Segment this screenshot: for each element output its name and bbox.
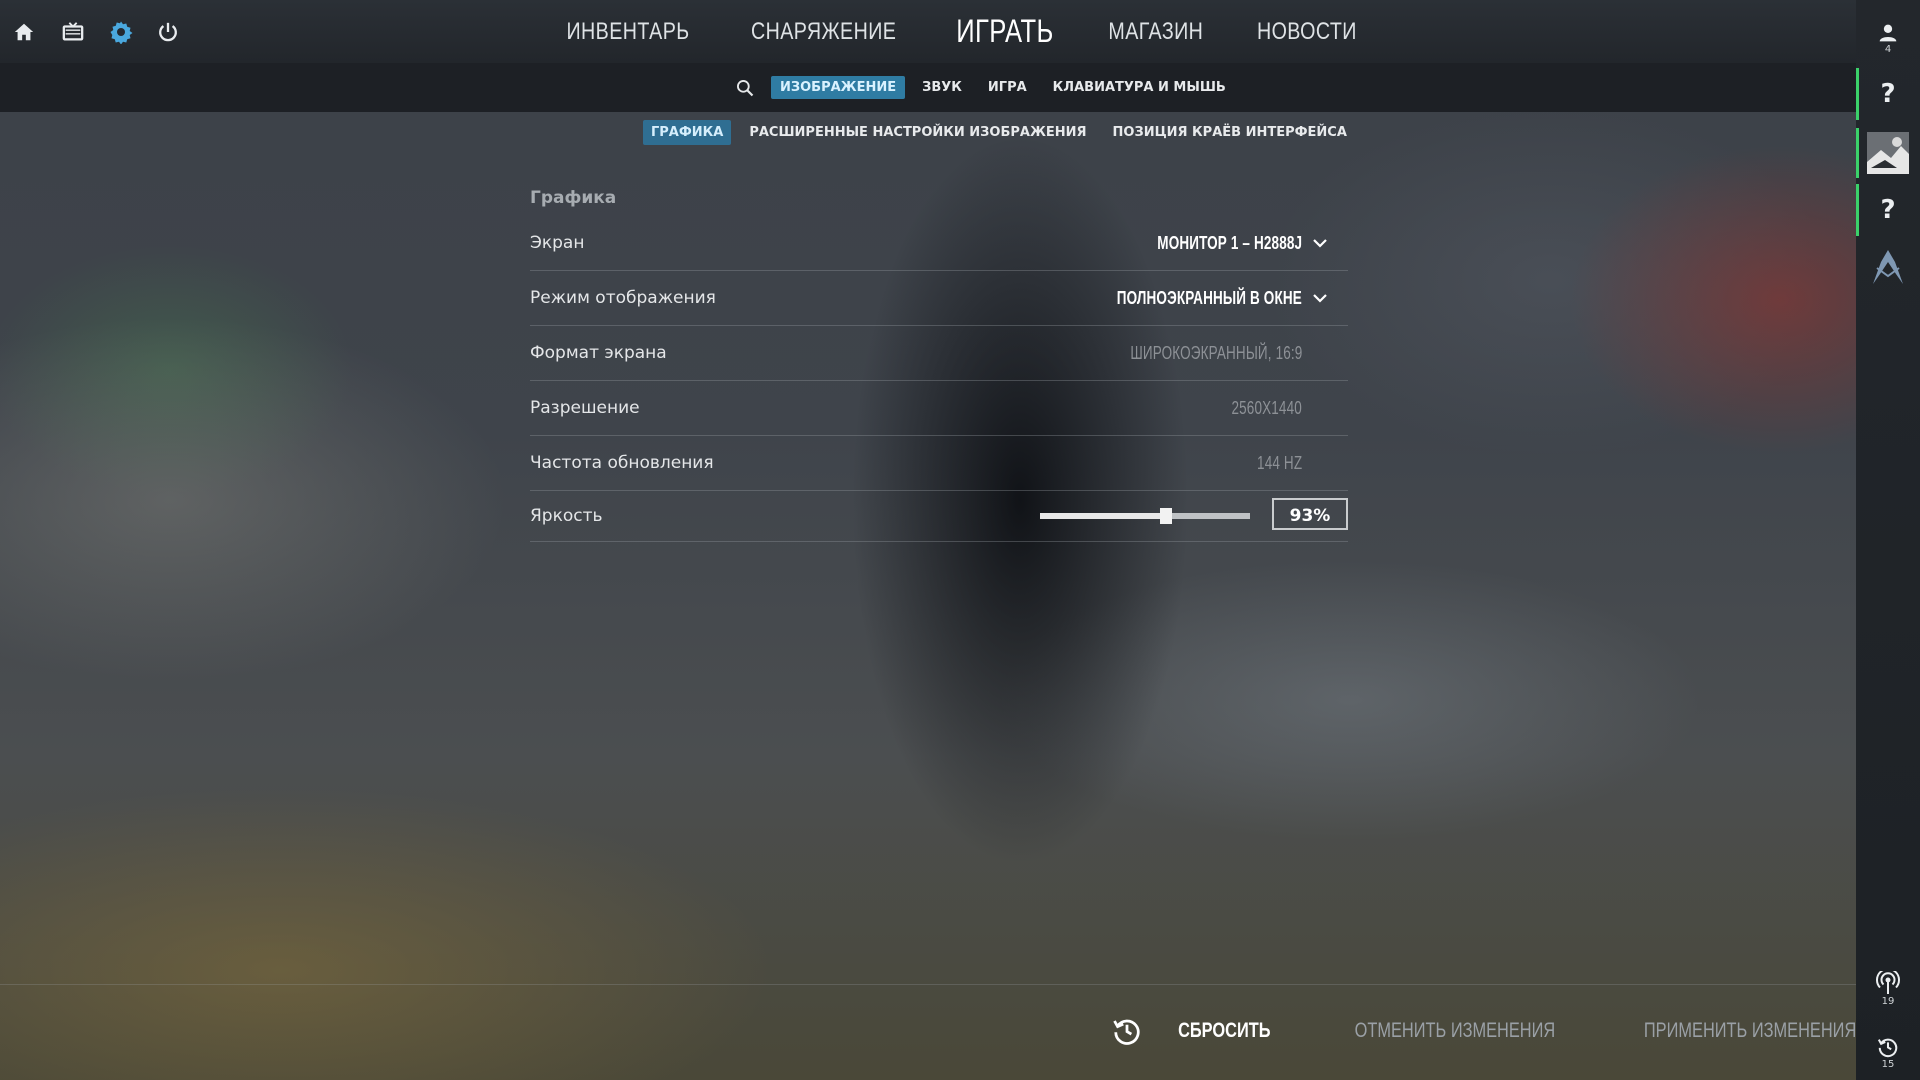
nav-news[interactable]: НОВОСТИ xyxy=(1243,18,1369,46)
nav-inventory[interactable]: ИНВЕНТАРЬ xyxy=(553,18,702,46)
tab-game[interactable]: ИГРА xyxy=(979,76,1036,99)
nav-store[interactable]: МАГАЗИН xyxy=(1095,18,1216,46)
friend-avatar[interactable] xyxy=(1856,128,1920,178)
setting-row-resolution: Разрешение 2560X1440 xyxy=(530,381,1348,436)
tab-audio[interactable]: ЗВУК xyxy=(913,76,971,99)
setting-label: Частота обновления xyxy=(530,453,714,473)
search-icon[interactable] xyxy=(735,78,755,98)
nav-play[interactable]: ИГРАТЬ xyxy=(943,13,1066,50)
subtab-hud-edge-position[interactable]: ПОЗИЦИЯ КРАЁВ ИНТЕРФЕЙСА xyxy=(1105,120,1355,145)
history-count: 15 xyxy=(1881,1059,1895,1070)
setting-row-display-mode[interactable]: Режим отображения ПОЛНОЭКРАННЫЙ В ОКНЕ xyxy=(530,271,1348,326)
subtab-advanced-video[interactable]: РАСШИРЕННЫЕ НАСТРОЙКИ ИЗОБРАЖЕНИЯ xyxy=(741,120,1094,145)
right-rail: 4 ? ? 19 15 xyxy=(1856,0,1920,1080)
setting-label: Формат экрана xyxy=(530,343,667,363)
bottom-action-bar: СБРОСИТЬ ОТМЕНИТЬ ИЗМЕНЕНИЯ ПРИМЕНИТЬ ИЗ… xyxy=(1112,1016,1856,1046)
avatar-image-icon xyxy=(1867,132,1909,174)
brightness-slider-thumb[interactable] xyxy=(1160,508,1172,524)
setting-row-brightness: Яркость 93% xyxy=(530,491,1348,542)
aspect-ratio-value: ШИРОКОЭКРАННЫЙ, 16:9 xyxy=(1129,343,1302,363)
home-icon[interactable] xyxy=(10,18,38,46)
history-icon[interactable] xyxy=(1112,1016,1142,1046)
friends-count: 4 xyxy=(1884,44,1892,55)
reset-button[interactable]: СБРОСИТЬ xyxy=(1178,1019,1270,1043)
subtab-graphics[interactable]: ГРАФИКА xyxy=(643,120,732,145)
nav-loadout[interactable]: СНАРЯЖЕНИЕ xyxy=(738,18,910,46)
cancel-changes-button[interactable]: ОТМЕНИТЬ ИЗМЕНЕНИЯ xyxy=(1355,1019,1556,1043)
tab-keyboard-mouse[interactable]: КЛАВИАТУРА И МЫШЬ xyxy=(1044,76,1235,99)
setting-row-aspect-ratio: Формат экрана ШИРОКОЭКРАННЫЙ, 16:9 xyxy=(530,326,1348,381)
main-nav: ИНВЕНТАРЬ СНАРЯЖЕНИЕ ИГРАТЬ МАГАЗИН НОВО… xyxy=(566,0,1356,63)
chevron-down-icon[interactable] xyxy=(1312,235,1328,251)
section-title: Графика xyxy=(530,188,617,208)
broadcast-icon xyxy=(1876,971,1900,994)
top-bar: ИНВЕНТАРЬ СНАРЯЖЕНИЕ ИГРАТЬ МАГАЗИН НОВО… xyxy=(0,0,1856,63)
apply-changes-button[interactable]: ПРИМЕНИТЬ ИЗМЕНЕНИЯ xyxy=(1644,1019,1856,1043)
tab-video[interactable]: ИЗОБРАЖЕНИЕ xyxy=(771,76,906,99)
user-icon xyxy=(1879,24,1897,42)
clock-history-icon xyxy=(1877,1038,1898,1058)
setting-label: Разрешение xyxy=(530,398,640,418)
brightness-slider[interactable] xyxy=(1040,508,1250,524)
power-icon[interactable] xyxy=(154,18,182,46)
gear-icon[interactable] xyxy=(107,18,135,46)
friends-button[interactable]: 4 xyxy=(1856,16,1920,62)
tv-icon[interactable] xyxy=(59,18,87,46)
bottom-divider xyxy=(0,984,1856,985)
setting-label: Яркость xyxy=(530,506,603,526)
video-subtabs: ГРАФИКА РАСШИРЕННЫЕ НАСТРОЙКИ ИЗОБРАЖЕНИ… xyxy=(643,120,1365,145)
setting-label: Экран xyxy=(530,233,585,253)
refresh-rate-value: 144 HZ xyxy=(1256,453,1302,473)
display-mode-select[interactable]: ПОЛНОЭКРАННЫЙ В ОКНЕ xyxy=(1117,271,1302,325)
brightness-value-input[interactable]: 93% xyxy=(1272,498,1348,530)
unknown-avatar-icon[interactable]: ? xyxy=(1856,68,1920,120)
settings-tabs: ИЗОБРАЖЕНИЕ ЗВУК ИГРА КЛАВИАТУРА И МЫШЬ xyxy=(735,76,1243,99)
resolution-value: 2560X1440 xyxy=(1231,398,1302,418)
chevron-down-icon[interactable] xyxy=(1312,290,1328,306)
setting-row-refresh-rate: Частота обновления 144 HZ xyxy=(530,436,1348,491)
broadcast-button[interactable]: 19 xyxy=(1856,966,1920,1012)
graphics-settings-panel: Графика Экран МОНИТОР 1 – H2888J Режим о… xyxy=(530,180,1348,542)
history-button[interactable]: 15 xyxy=(1856,1030,1920,1076)
brightness-slider-fill xyxy=(1040,513,1166,519)
display-select[interactable]: МОНИТОР 1 – H2888J xyxy=(1157,216,1302,270)
ct-logo-icon[interactable] xyxy=(1856,242,1920,292)
settings-tabs-bar: ИЗОБРАЖЕНИЕ ЗВУК ИГРА КЛАВИАТУРА И МЫШЬ xyxy=(0,63,1856,112)
setting-row-display[interactable]: Экран МОНИТОР 1 – H2888J xyxy=(530,216,1348,271)
setting-label: Режим отображения xyxy=(530,288,716,308)
broadcast-count: 19 xyxy=(1881,996,1895,1007)
unknown-avatar-icon[interactable]: ? xyxy=(1856,184,1920,236)
